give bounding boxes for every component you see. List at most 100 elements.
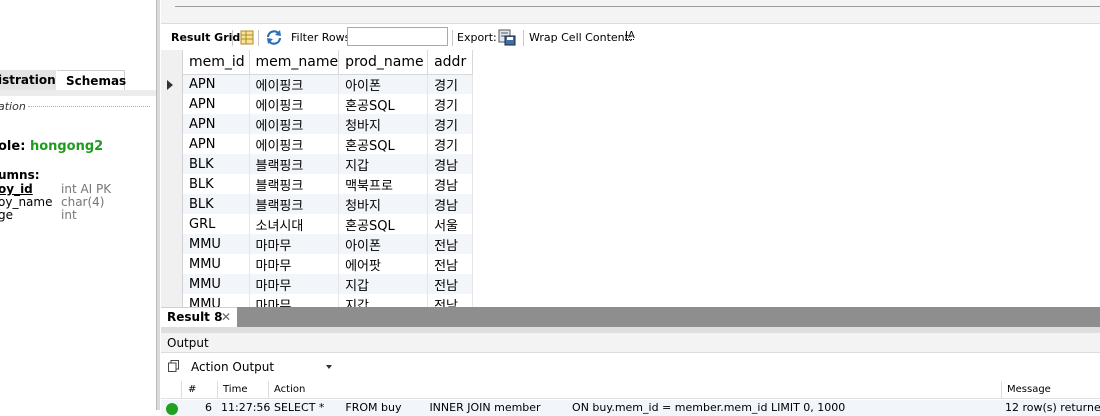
table-cell[interactable]: 경남 bbox=[427, 174, 474, 194]
table-cell[interactable]: 전남 bbox=[427, 254, 474, 274]
table-cell[interactable]: 경기 bbox=[427, 94, 474, 114]
table-cell[interactable]: 경남 bbox=[427, 194, 474, 214]
table-cell[interactable]: BLK bbox=[183, 194, 250, 214]
table-info: ole: hongong2 bbox=[0, 139, 103, 154]
table-cell[interactable]: 청바지 bbox=[338, 114, 429, 134]
table-cell[interactable]: APN bbox=[183, 94, 250, 114]
column-header[interactable]: mem_name bbox=[249, 50, 340, 75]
table-cell[interactable]: MMU bbox=[183, 254, 250, 274]
output-mode-select[interactable]: Action Output bbox=[186, 358, 336, 376]
table-cell[interactable]: 서울 bbox=[427, 214, 474, 234]
export-icon[interactable] bbox=[498, 29, 516, 46]
tab-result-8[interactable]: Result 8 ✕ bbox=[161, 307, 237, 327]
toolbar-separator bbox=[258, 30, 259, 46]
table-cell[interactable]: 아이폰 bbox=[338, 234, 429, 254]
table-cell[interactable]: GRL bbox=[183, 214, 250, 234]
output-col-num[interactable]: # bbox=[188, 384, 196, 395]
output-row-time: 11:27:56 bbox=[221, 401, 271, 414]
table-cell[interactable]: 블랙핑크 bbox=[249, 154, 340, 174]
table-cell[interactable]: 맥북프로 bbox=[338, 174, 429, 194]
output-col-action[interactable]: Action bbox=[274, 384, 305, 395]
table-cell[interactable]: 전남 bbox=[427, 234, 474, 254]
column-type: int AI PK bbox=[61, 182, 112, 196]
table-cell[interactable]: 경기 bbox=[427, 114, 474, 134]
navigator-tab-underline bbox=[0, 90, 156, 96]
table-cell[interactable]: 경기 bbox=[427, 134, 474, 154]
filter-rows-input[interactable] bbox=[347, 27, 448, 46]
toolbar-separator bbox=[232, 30, 233, 46]
table-cell[interactable]: 에이핑크 bbox=[249, 114, 340, 134]
table-cell[interactable]: 에이핑크 bbox=[249, 94, 340, 114]
table-cell[interactable]: 마마무 bbox=[249, 294, 340, 307]
table-cell[interactable]: APN bbox=[183, 134, 250, 154]
table-cell[interactable]: 아이폰 bbox=[338, 74, 429, 94]
column-header[interactable]: prod_name bbox=[338, 50, 429, 75]
table-cell[interactable]: 전남 bbox=[427, 274, 474, 294]
tab-administration[interactable]: istration bbox=[0, 70, 56, 90]
table-cell[interactable]: 블랙핑크 bbox=[249, 194, 340, 214]
close-icon[interactable]: ✕ bbox=[221, 310, 231, 324]
table-cell[interactable]: BLK bbox=[183, 174, 250, 194]
table-cell[interactable]: MMU bbox=[183, 234, 250, 254]
table-cell[interactable]: 마마무 bbox=[249, 234, 340, 254]
table-row[interactable]: APN 에이핑크 청바지 경기 bbox=[183, 114, 474, 134]
table-row[interactable]: BLK 블랙핑크 맥북프로 경남 bbox=[183, 174, 474, 194]
column-item: oy_id int AI PK bbox=[0, 182, 111, 196]
result-grid: mem_id mem_name prod_name addr APN 에이핑크 아이… bbox=[161, 50, 1100, 307]
table-row[interactable]: BLK 블랙핑크 지갑 경남 bbox=[183, 154, 474, 174]
table-cell[interactable]: 혼공SQL bbox=[338, 214, 429, 234]
current-row-arrow-icon bbox=[167, 80, 173, 90]
table-cell[interactable]: APN bbox=[183, 74, 250, 94]
panel-splitter[interactable] bbox=[156, 0, 160, 410]
output-col-time[interactable]: Time bbox=[223, 384, 247, 395]
chevron-down-icon bbox=[326, 365, 332, 369]
table-cell[interactable]: 에어팟 bbox=[338, 254, 429, 274]
output-col-message[interactable]: Message bbox=[1007, 384, 1051, 395]
success-check-icon bbox=[166, 403, 178, 415]
table-row[interactable]: MMU 마마무 지갑 전남 bbox=[183, 294, 474, 307]
table-cell[interactable]: 지갑 bbox=[338, 294, 429, 307]
table-cell[interactable]: 혼공SQL bbox=[338, 94, 429, 114]
table-cell[interactable]: 청바지 bbox=[338, 194, 429, 214]
filter-refresh-icon[interactable] bbox=[265, 29, 283, 45]
table-cell[interactable]: 혼공SQL bbox=[338, 134, 429, 154]
editor-scrollbar[interactable] bbox=[175, 6, 1100, 7]
column-header[interactable]: addr bbox=[427, 50, 474, 75]
table-cell[interactable]: 에이핑크 bbox=[249, 134, 340, 154]
copy-icon[interactable] bbox=[168, 360, 179, 372]
table-cell[interactable]: 경기 bbox=[427, 74, 474, 94]
column-header[interactable]: mem_id bbox=[183, 50, 250, 75]
wrap-text-icon[interactable]: IA bbox=[625, 30, 635, 41]
table-row[interactable]: BLK 블랙핑크 청바지 경남 bbox=[183, 194, 474, 214]
table-cell[interactable]: 마마무 bbox=[249, 274, 340, 294]
table-prefix: ole: bbox=[0, 139, 30, 154]
result-table: mem_id mem_name prod_name addr APN 에이핑크 아이… bbox=[183, 50, 474, 307]
column-item: ge int bbox=[0, 208, 77, 222]
table-cell[interactable]: APN bbox=[183, 114, 250, 134]
table-cell[interactable]: 마마무 bbox=[249, 254, 340, 274]
table-cell[interactable]: 블랙핑크 bbox=[249, 174, 340, 194]
table-cell[interactable]: 소녀시대 bbox=[249, 214, 340, 234]
table-row[interactable]: APN 에이핑크 혼공SQL 경기 bbox=[183, 134, 474, 154]
table-row[interactable]: APN 에이핑크 혼공SQL 경기 bbox=[183, 94, 474, 114]
table-row[interactable]: APN 에이핑크 아이폰 경기 bbox=[183, 74, 474, 94]
table-cell[interactable]: 에이핑크 bbox=[249, 74, 340, 94]
table-cell[interactable]: MMU bbox=[183, 294, 250, 307]
tab-schemas[interactable]: Schemas bbox=[57, 70, 126, 90]
editor-bottom-strip bbox=[161, 0, 1100, 24]
table-cell[interactable]: MMU bbox=[183, 274, 250, 294]
table-row[interactable]: GRL 소녀시대 혼공SQL 서울 bbox=[183, 214, 474, 234]
table-cell[interactable]: 전남 bbox=[427, 294, 474, 307]
table-row[interactable]: MMU 마마무 아이폰 전남 bbox=[183, 234, 474, 254]
table-cell[interactable]: 지갑 bbox=[338, 274, 429, 294]
filter-rows-label: Filter Rows: bbox=[291, 31, 355, 44]
output-row[interactable]: 6 11:27:56 SELECT * FROM buy INNER JOIN … bbox=[161, 400, 1100, 416]
form-editor-icon[interactable] bbox=[240, 30, 254, 45]
table-cell[interactable]: 경남 bbox=[427, 154, 474, 174]
table-cell[interactable]: 지갑 bbox=[338, 154, 429, 174]
table-cell[interactable]: BLK bbox=[183, 154, 250, 174]
table-header-row: mem_id mem_name prod_name addr bbox=[183, 50, 474, 75]
table-row[interactable]: MMU 마마무 지갑 전남 bbox=[183, 274, 474, 294]
table-row[interactable]: MMU 마마무 에어팟 전남 bbox=[183, 254, 474, 274]
information-divider bbox=[28, 106, 150, 107]
